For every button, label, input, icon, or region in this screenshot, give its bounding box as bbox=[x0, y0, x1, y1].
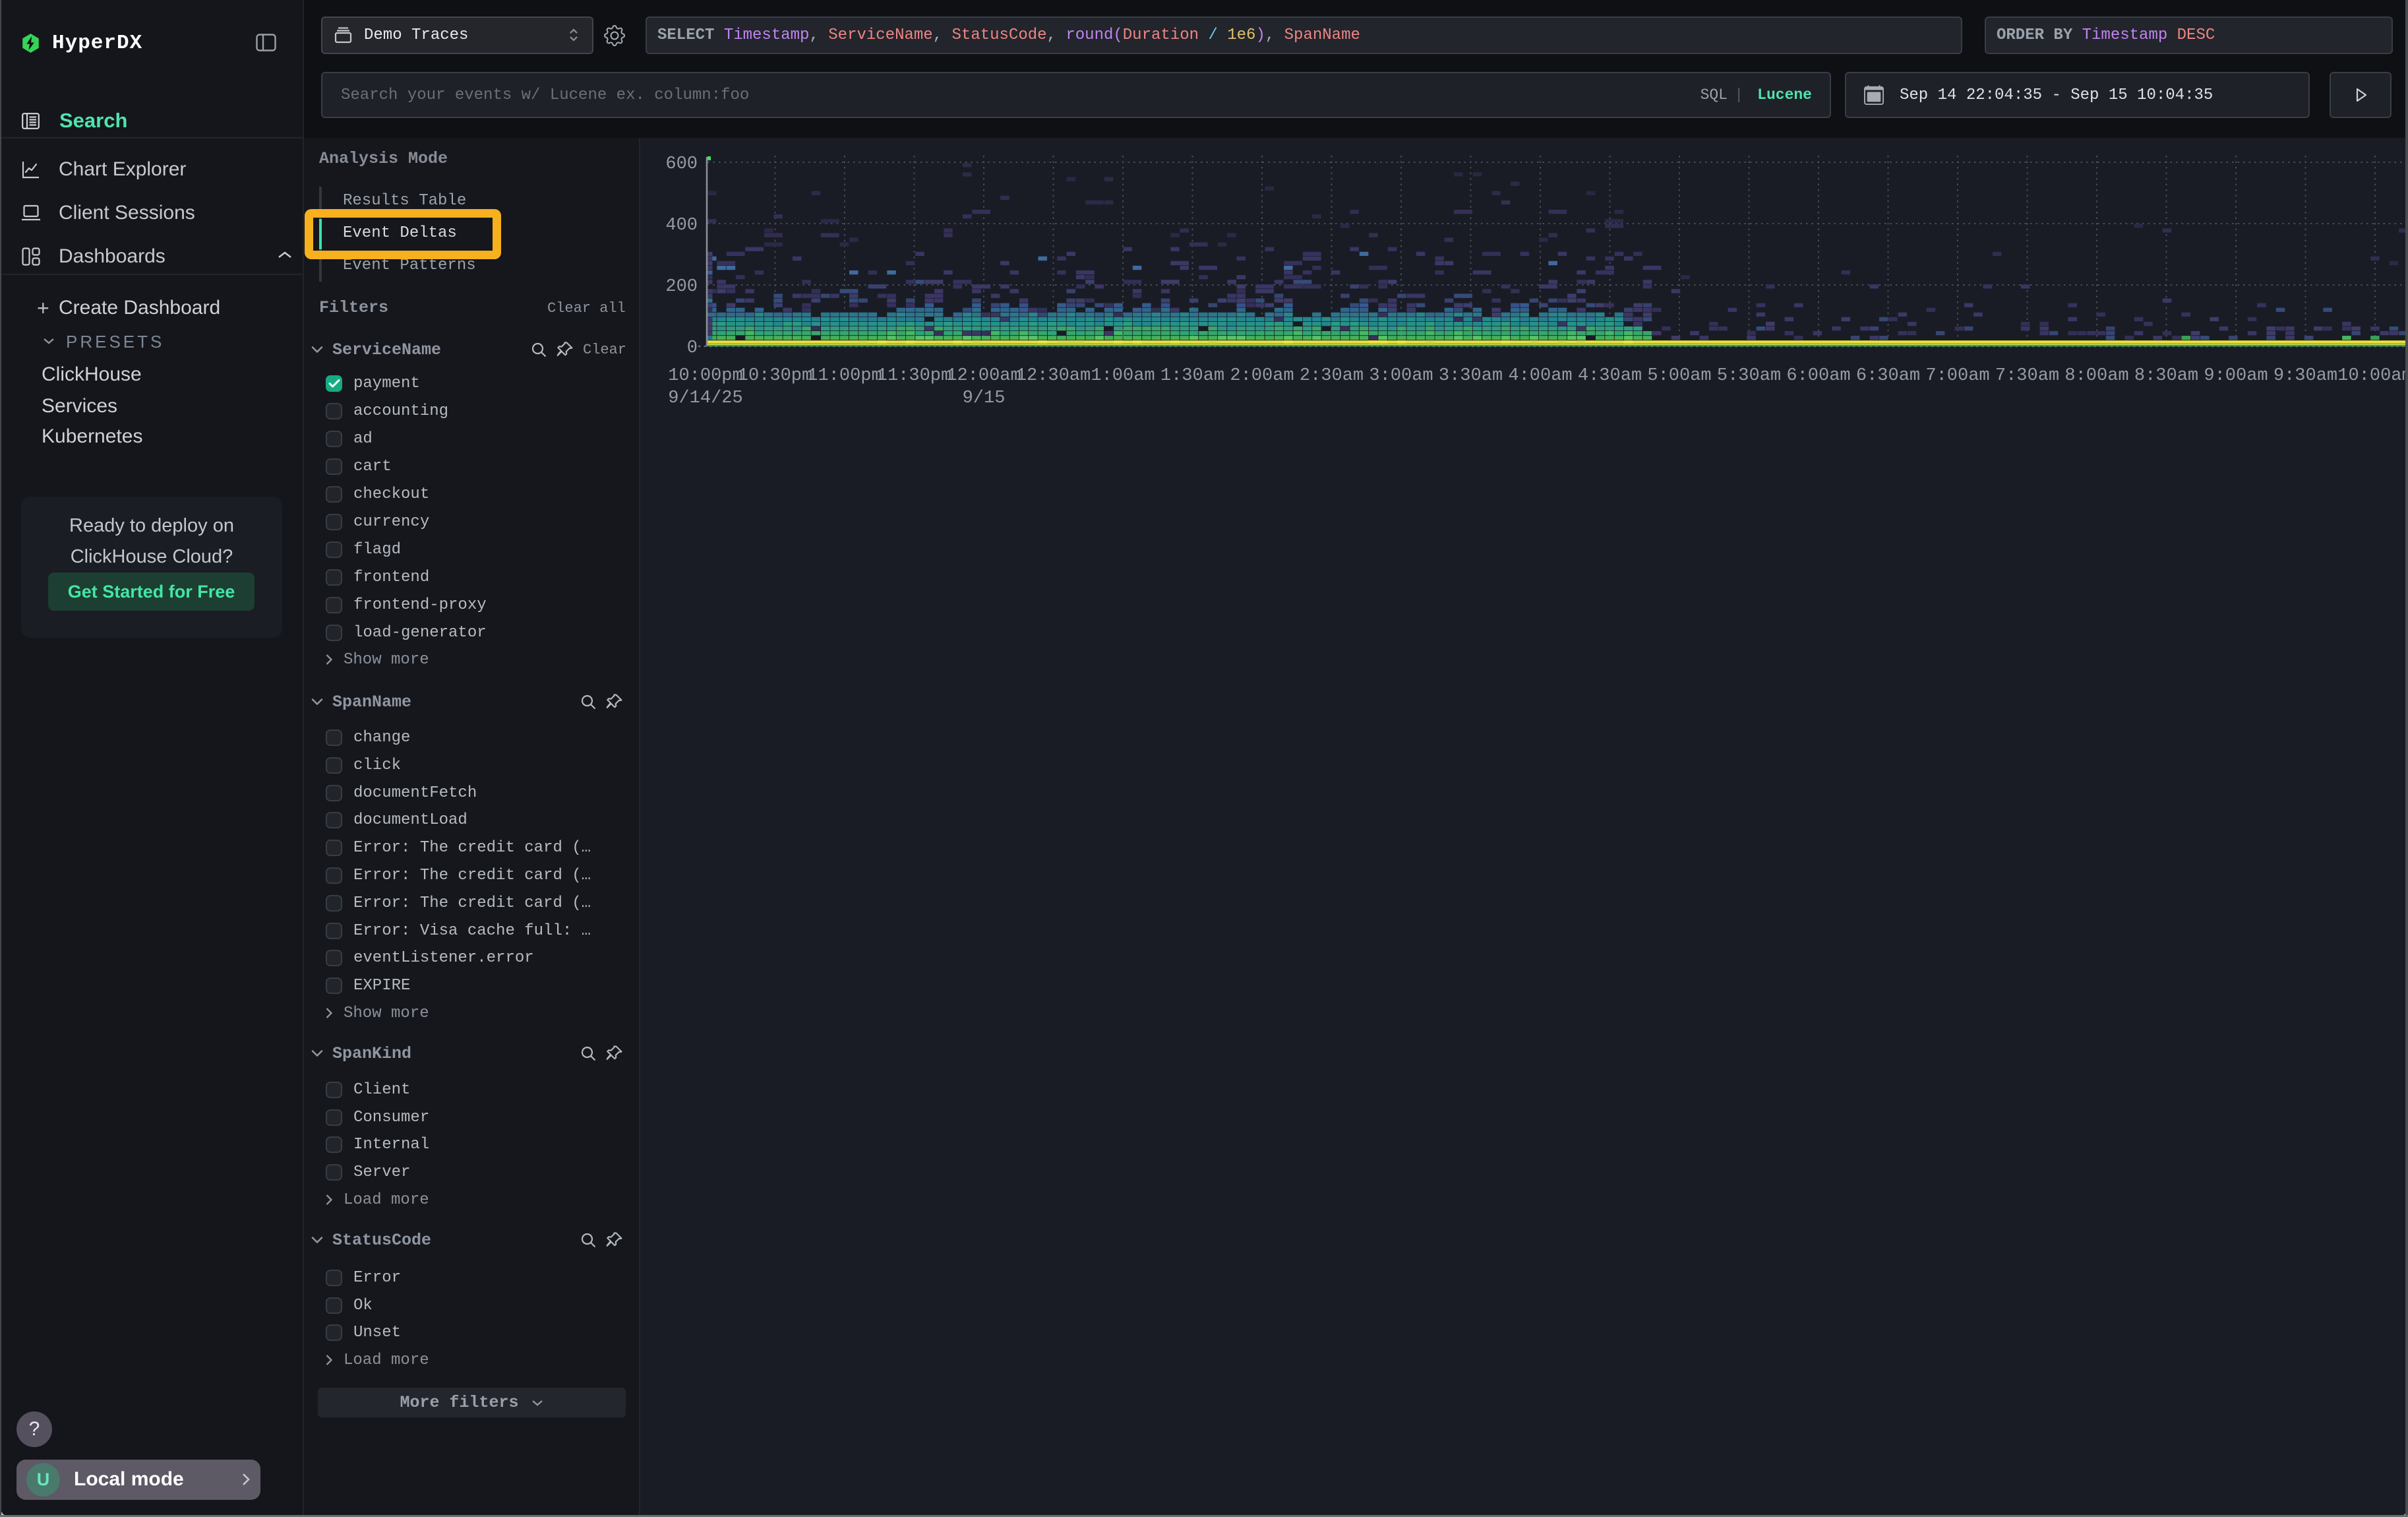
svg-text:8:30am: 8:30am bbox=[2134, 366, 2198, 386]
svg-text:6:30am: 6:30am bbox=[1856, 366, 1920, 386]
svg-text:7:30am: 7:30am bbox=[1995, 366, 2059, 386]
svg-text:12:30am: 12:30am bbox=[1016, 366, 1091, 386]
svg-text:400: 400 bbox=[665, 216, 698, 235]
svg-text:3:30am: 3:30am bbox=[1439, 366, 1503, 386]
svg-text:10:30pm: 10:30pm bbox=[738, 366, 812, 386]
svg-text:11:00pm: 11:00pm bbox=[807, 366, 882, 386]
svg-text:4:00am: 4:00am bbox=[1508, 366, 1572, 386]
svg-text:11:30pm: 11:30pm bbox=[877, 366, 951, 386]
svg-text:5:30am: 5:30am bbox=[1717, 366, 1781, 386]
svg-text:8:00am: 8:00am bbox=[2064, 366, 2128, 386]
svg-text:2:00am: 2:00am bbox=[1230, 366, 1294, 386]
svg-text:10:00am: 10:00am bbox=[2337, 366, 2408, 386]
svg-text:12:00am: 12:00am bbox=[946, 366, 1021, 386]
svg-text:600: 600 bbox=[665, 154, 698, 174]
svg-text:6:00am: 6:00am bbox=[1786, 366, 1850, 386]
svg-text:1:00am: 1:00am bbox=[1091, 366, 1155, 386]
svg-text:4:30am: 4:30am bbox=[1578, 366, 1642, 386]
svg-text:9:30am: 9:30am bbox=[2273, 366, 2337, 386]
svg-text:3:00am: 3:00am bbox=[1369, 366, 1433, 386]
svg-text:2:30am: 2:30am bbox=[1300, 366, 1364, 386]
svg-text:10:00pm: 10:00pm bbox=[668, 366, 742, 386]
svg-text:200: 200 bbox=[665, 277, 698, 297]
svg-text:5:00am: 5:00am bbox=[1647, 366, 1711, 386]
svg-text:9/14/25: 9/14/25 bbox=[668, 388, 742, 408]
svg-text:7:00am: 7:00am bbox=[1925, 366, 1989, 386]
svg-text:9/15: 9/15 bbox=[963, 388, 1006, 408]
svg-text:9:00am: 9:00am bbox=[2204, 366, 2268, 386]
svg-text:1:30am: 1:30am bbox=[1160, 366, 1224, 386]
svg-text:0: 0 bbox=[687, 338, 698, 358]
